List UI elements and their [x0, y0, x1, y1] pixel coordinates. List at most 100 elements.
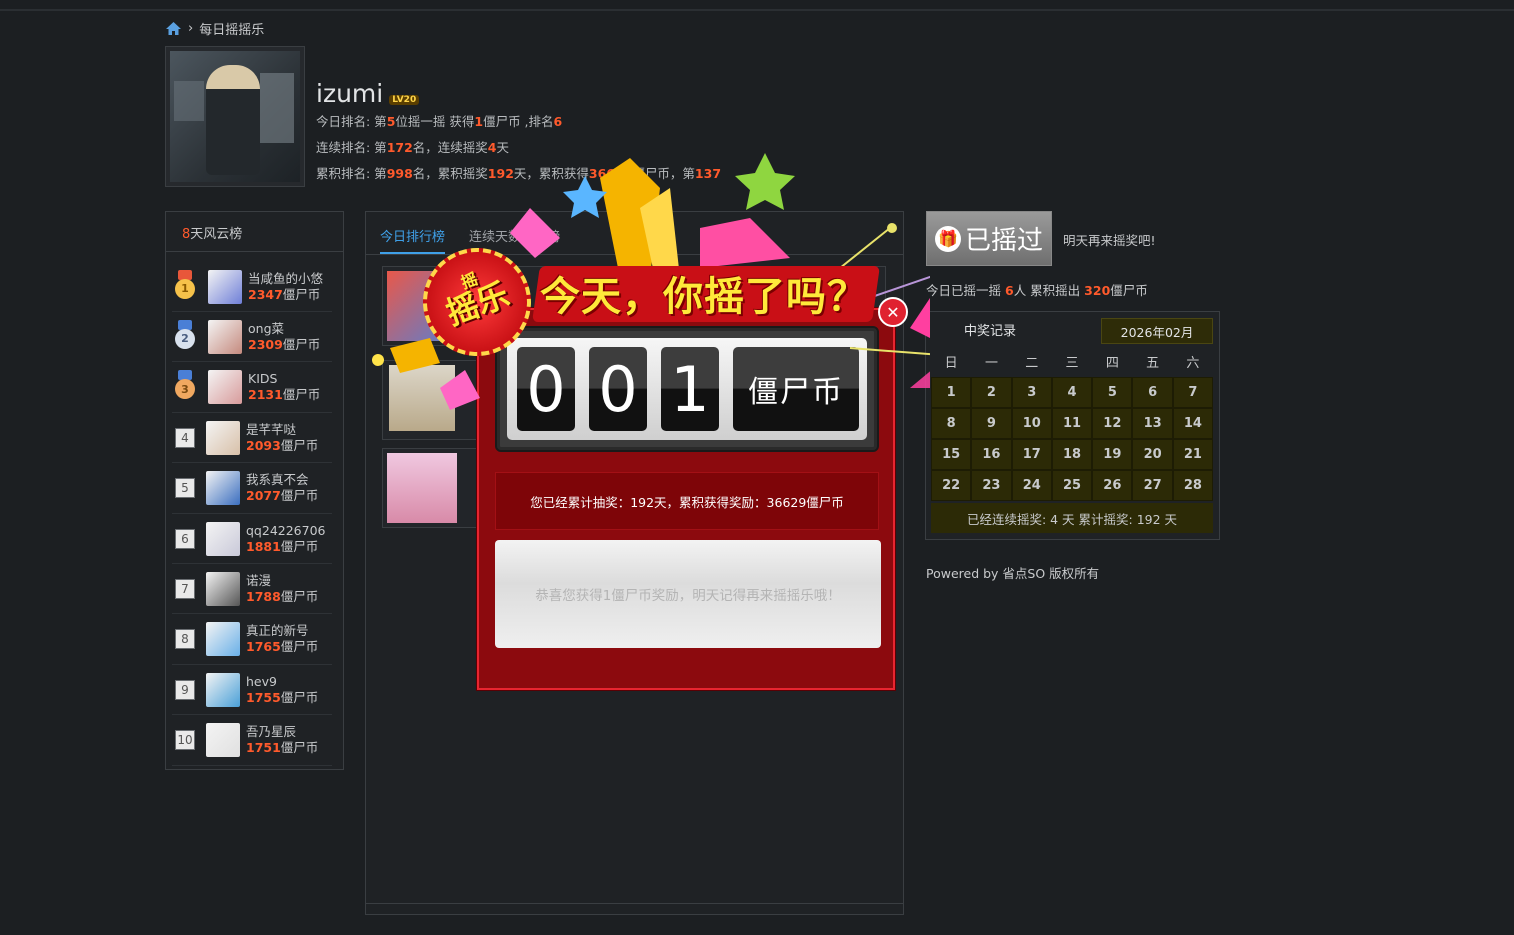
leaderboard-row[interactable]: 9 hev9 1755僵尸币 [172, 665, 332, 716]
leaderboard-user-name[interactable]: 我系真不会 [246, 472, 318, 488]
leaderboard-row[interactable]: 2 ong菜 2309僵尸币 [172, 312, 332, 363]
leaderboard-row[interactable]: 8 真正的新号 1765僵尸币 [172, 615, 332, 665]
close-popup-button[interactable]: ✕ [878, 297, 908, 327]
leaderboard-user-name[interactable]: 真正的新号 [246, 623, 318, 639]
calendar-day[interactable]: 2 [971, 377, 1012, 408]
top-divider [0, 9, 1514, 11]
calendar-day[interactable]: 1 [931, 377, 972, 408]
calendar-day[interactable]: 27 [1132, 470, 1173, 501]
avatar[interactable] [206, 471, 240, 506]
avatar[interactable] [208, 370, 242, 405]
calendar-day[interactable]: 10 [1011, 408, 1052, 439]
calendar-day[interactable]: 24 [1011, 470, 1052, 501]
user-name: izumi [316, 79, 384, 108]
rank-number: 9 [175, 679, 195, 700]
calendar-day[interactable]: 13 [1132, 408, 1173, 439]
calendar-footer: 已经连续摇奖: 4 天 累计摇奖: 192 天 [931, 503, 1213, 533]
gift-icon: 🎁 [934, 225, 961, 252]
today-rank: 今日排名: 第5位摇一摇 获得1僵尸币 ,排名6 [316, 114, 563, 129]
avatar[interactable] [208, 319, 242, 354]
calendar-day[interactable]: 9 [971, 408, 1012, 439]
home-icon[interactable] [165, 21, 182, 36]
leaderboard-user-name[interactable]: KIDS [248, 371, 320, 387]
leaderboard-coins: 1751僵尸币 [246, 740, 319, 756]
leaderboard-coins: 2131僵尸币 [248, 387, 321, 403]
calendar-day[interactable]: 28 [1172, 470, 1214, 501]
calendar-weekday: 一 [984, 356, 998, 371]
avatar[interactable] [206, 420, 240, 455]
avatar[interactable] [206, 723, 240, 758]
calendar-day[interactable]: 7 [1172, 377, 1214, 408]
leaderboard-row[interactable]: 3 KIDS 2131僵尸币 [172, 363, 332, 413]
user-name-row: izumi LV20 [316, 79, 420, 108]
medal-icon: 1 [174, 269, 196, 304]
leaderboard-row[interactable]: 6 qq24226706 1881僵尸币 [172, 514, 332, 564]
leaderboard-user-name[interactable]: qq24226706 [246, 523, 326, 539]
level-badge-icon: LV20 [389, 95, 420, 105]
leaderboard-user-name[interactable]: ong菜 [248, 321, 320, 337]
rank-number: 4 [175, 427, 195, 448]
avatar[interactable] [206, 622, 240, 657]
calendar-weekday: 三 [1065, 356, 1079, 371]
leaderboard-row[interactable]: 7 诺漫 1788僵尸币 [172, 564, 332, 615]
calendar-day[interactable]: 25 [1051, 470, 1093, 501]
calendar-day[interactable]: 11 [1051, 408, 1093, 439]
medal-icon: 3 [174, 370, 196, 404]
calendar-day[interactable]: 18 [1051, 439, 1093, 470]
calendar-weekday: 六 [1186, 356, 1200, 371]
popup-banner-title: 今天，你摇了吗？ [540, 274, 868, 320]
calendar-day[interactable]: 21 [1172, 439, 1214, 470]
calendar-day[interactable]: 16 [971, 439, 1012, 470]
avatar[interactable] [208, 269, 242, 304]
calendar-day[interactable]: 19 [1092, 439, 1133, 470]
calendar-weekday: 五 [1146, 356, 1160, 371]
leaderboard-row[interactable]: 4 是芊芊哒 2093僵尸币 [172, 413, 332, 464]
calendar-day[interactable]: 17 [1011, 439, 1052, 470]
calendar-day[interactable]: 23 [971, 470, 1012, 501]
leaderboard-row[interactable]: 1 当咸鱼的小悠 2347僵尸币 [172, 262, 332, 312]
calendar-day[interactable]: 22 [931, 470, 972, 501]
leaderboard-user-name[interactable]: 当咸鱼的小悠 [248, 271, 323, 287]
already-shaken-button[interactable]: 🎁 已摇过 [926, 211, 1052, 266]
leaderboard-panel: 8天风云榜 1 当咸鱼的小悠 2347僵尸币 2 ong菜 2309僵尸币 3 KIDS 213… [165, 211, 344, 770]
leaderboard-user-name[interactable]: hev9 [246, 674, 318, 690]
calendar-day[interactable]: 15 [931, 439, 972, 470]
user-avatar [165, 46, 305, 187]
calendar-day[interactable]: 8 [931, 408, 972, 439]
avatar[interactable] [206, 672, 240, 707]
rank-number: 8 [175, 629, 195, 650]
come-back-note: 明天再来摇奖吧! [1063, 233, 1156, 248]
calendar-day[interactable]: 12 [1092, 408, 1133, 439]
calendar-day[interactable]: 3 [1011, 377, 1052, 408]
leaderboard-user-name[interactable]: 吾乃星辰 [246, 724, 318, 740]
calendar-grid: 日一二三四五六 1 2 3 4 5 6 7 8 9 10 11 12 13 14 15 16 17 18 19 20 21… [931, 346, 1214, 501]
powered-by: Powered by 省点SO 版权所有 [926, 566, 1100, 581]
avatar[interactable] [206, 571, 240, 606]
today-shake-stats: 今日已摇一摇 6人 累积摇出 320僵尸币 [926, 283, 1148, 298]
leaderboard-row[interactable]: 10 吾乃星辰 1751僵尸币 [172, 716, 332, 766]
rank-number: 5 [175, 478, 195, 499]
leaderboard-coins: 2309僵尸币 [248, 336, 321, 352]
calendar-day[interactable]: 4 [1051, 377, 1093, 408]
popup-summary: 您已经累计抽奖：192天，累积获得奖励：36629僵尸币 [495, 472, 879, 530]
leaderboard-user-name[interactable]: 诺漫 [246, 573, 318, 589]
chevron-right-icon: › [188, 21, 194, 36]
calendar-day[interactable]: 5 [1092, 377, 1133, 408]
calendar-day[interactable]: 14 [1172, 408, 1214, 439]
already-shaken-label: 已摇过 [964, 226, 1043, 256]
calendar-day[interactable]: 20 [1132, 439, 1173, 470]
calendar-day[interactable]: 26 [1092, 470, 1133, 501]
leaderboard-row[interactable]: 5 我系真不会 2077僵尸币 [172, 464, 332, 514]
calendar-weekday: 二 [1025, 356, 1039, 371]
leaderboard-coins: 1765僵尸币 [246, 639, 319, 655]
leaderboard-coins: 1788僵尸币 [246, 588, 319, 604]
avatar[interactable] [206, 521, 240, 556]
popup-message: 恭喜您获得1僵尸币奖励，明天记得再来摇摇乐哦！ [495, 540, 881, 648]
calendar-month[interactable]: 2026年02月 [1101, 318, 1213, 344]
breadcrumb: › 每日摇摇乐 [165, 19, 264, 38]
rank-number: 6 [175, 528, 195, 549]
calendar-day[interactable]: 6 [1132, 377, 1173, 408]
leaderboard-user-name[interactable]: 是芊芊哒 [246, 422, 318, 438]
rank-number: 10 [175, 730, 195, 751]
leaderboard-coins: 2347僵尸币 [248, 286, 321, 302]
